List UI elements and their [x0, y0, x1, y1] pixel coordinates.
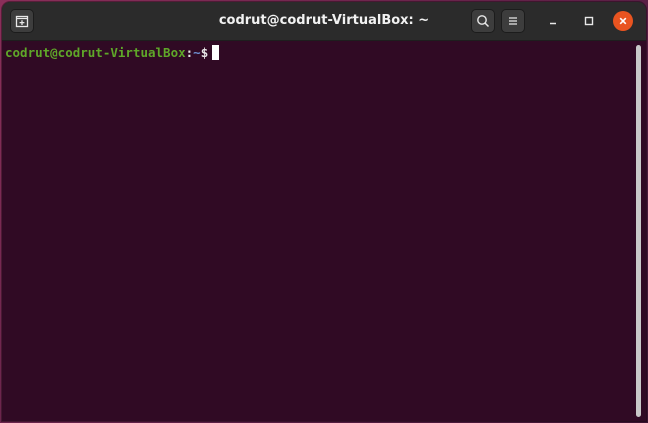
- search-icon: [477, 15, 490, 28]
- minimize-icon: [550, 22, 556, 25]
- hamburger-menu-icon: [509, 17, 517, 25]
- new-tab-icon: [15, 15, 29, 28]
- maximize-icon: [584, 16, 594, 26]
- prompt-line: codrut@codrut-VirtualBox:~$: [5, 45, 220, 61]
- terminal-window: codrut@codrut-VirtualBox: ~ codrut@codru…: [2, 2, 646, 421]
- title-bar[interactable]: codrut@codrut-VirtualBox: ~: [2, 2, 646, 41]
- close-icon: [619, 17, 627, 25]
- menu-button[interactable]: [501, 9, 525, 33]
- prompt-cwd: ~: [193, 45, 201, 60]
- prompt-user-host: codrut@codrut-VirtualBox: [5, 45, 186, 60]
- prompt-dollar: $: [200, 45, 209, 60]
- terminal-area[interactable]: codrut@codrut-VirtualBox:~$: [2, 41, 646, 421]
- text-cursor: [212, 45, 220, 60]
- new-tab-button[interactable]: [10, 9, 34, 33]
- maximize-button[interactable]: [579, 11, 599, 31]
- close-button[interactable]: [613, 11, 633, 31]
- scrollbar[interactable]: [636, 45, 641, 417]
- minimize-button[interactable]: [543, 11, 563, 31]
- search-button[interactable]: [471, 9, 495, 33]
